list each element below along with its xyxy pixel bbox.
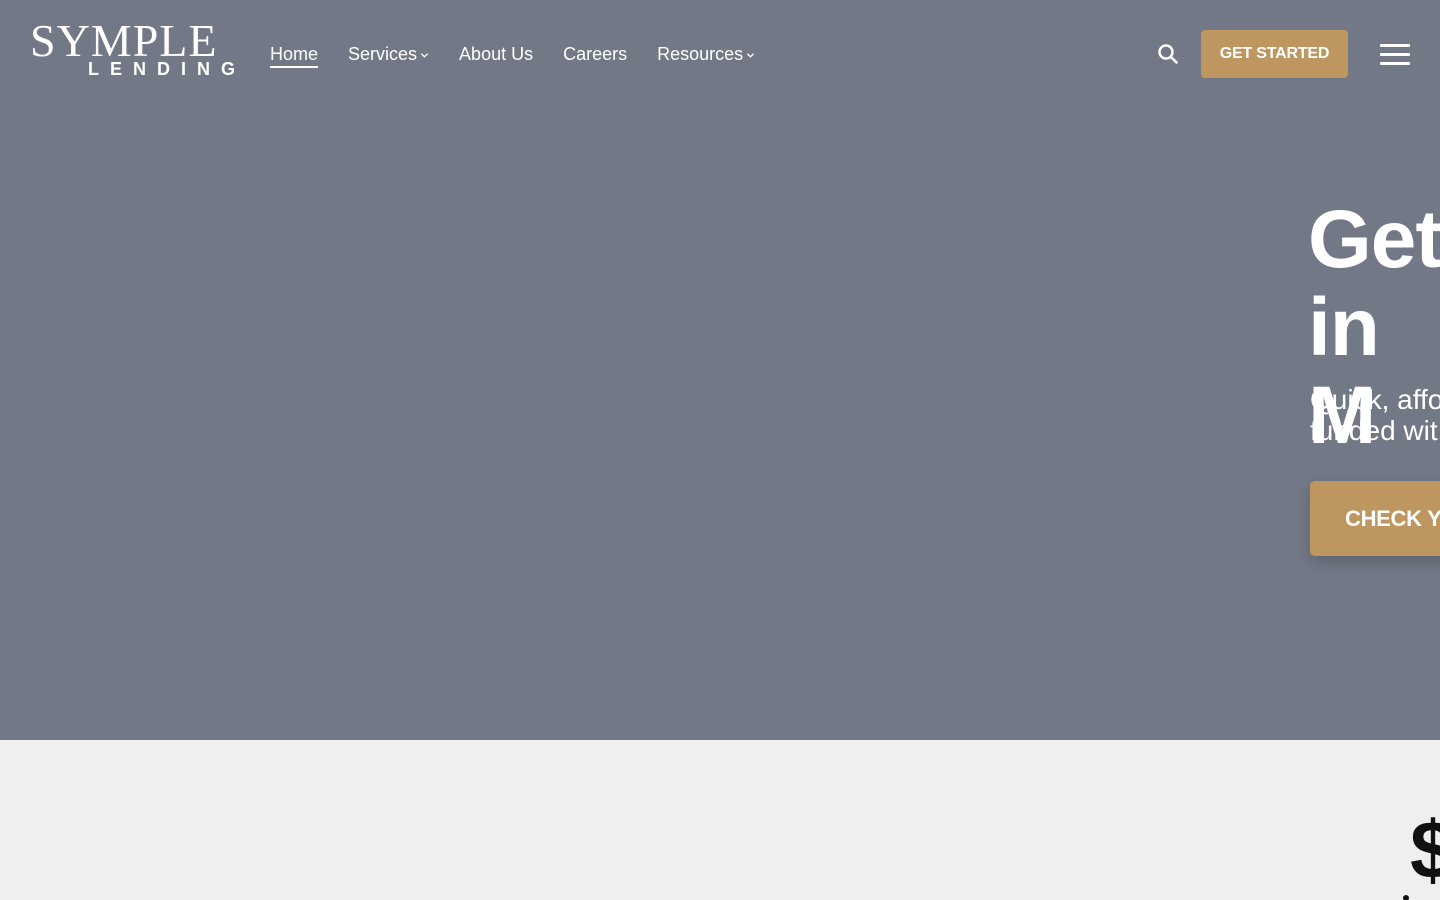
nav-item-home[interactable]: Home — [270, 41, 318, 67]
search-icon — [1158, 44, 1178, 64]
nav-item-label: Resources — [657, 44, 744, 64]
chevron-down-icon — [420, 52, 429, 58]
lower-section — [0, 740, 1440, 900]
check-cta-button[interactable]: CHECK Y — [1310, 481, 1440, 556]
nav-item-resources[interactable]: Resources — [657, 41, 755, 67]
nav-item-label: Services — [348, 44, 418, 64]
get-started-button[interactable]: GET STARTED — [1201, 30, 1348, 78]
nav-item-careers[interactable]: Careers — [563, 41, 627, 67]
hero-section — [0, 0, 1440, 754]
nav-item-label: Home — [270, 44, 319, 64]
lower-section-heading-fragment: $ — [1410, 805, 1440, 896]
search-button[interactable] — [1156, 42, 1180, 66]
menu-bar — [1380, 53, 1410, 56]
hamburger-menu-button[interactable] — [1380, 42, 1410, 66]
menu-bar — [1380, 44, 1410, 47]
brand-logo[interactable]: SYMPLE LENDING — [30, 15, 235, 80]
lower-section-dot — [1403, 895, 1409, 900]
nav-item-about-us[interactable]: About Us — [459, 41, 533, 67]
nav-item-label: About Us — [459, 44, 534, 64]
page: SYMPLE LENDING Home Services About Us Ca… — [0, 0, 1440, 900]
site-header: SYMPLE LENDING Home Services About Us Ca… — [0, 0, 1440, 108]
logo-subtitle: LENDING — [88, 59, 246, 79]
menu-bar — [1380, 62, 1410, 65]
chevron-down-icon — [747, 52, 755, 58]
hero-subtitle: Quick, affo funded wit — [1310, 384, 1440, 446]
main-navigation: Home Services About Us Careers Resources — [270, 40, 755, 68]
nav-item-services[interactable]: Services — [348, 41, 429, 67]
nav-item-label: Careers — [563, 44, 628, 64]
logo-wordmark: SYMPLE — [30, 15, 218, 66]
